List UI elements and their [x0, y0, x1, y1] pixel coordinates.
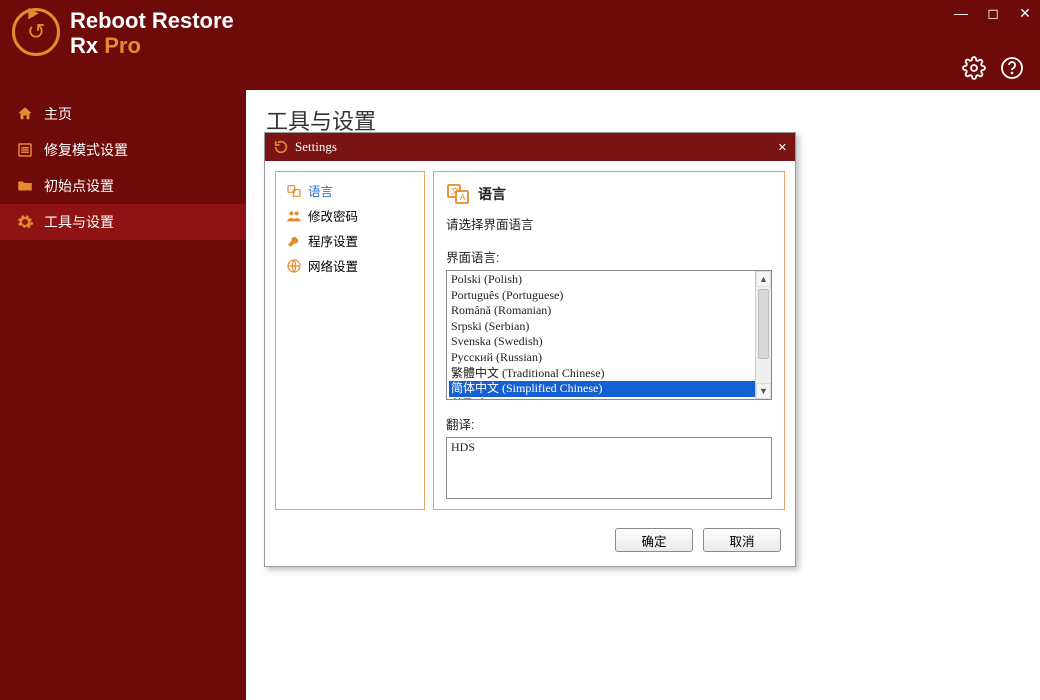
wrench-icon [286, 233, 302, 249]
home-icon [16, 105, 34, 123]
language-option[interactable]: Polski (Polish) [449, 272, 769, 288]
settings-nav: 语言 修改密码 程序设置 网络设置 [275, 171, 425, 510]
translator-label: 翻译: [446, 414, 772, 433]
settings-nav-network[interactable]: 网络设置 [280, 253, 420, 278]
header-icons [962, 56, 1024, 80]
close-button[interactable]: ✕ [1018, 6, 1032, 20]
language-option[interactable]: 繁體中文 (Traditional Chinese) [449, 366, 769, 382]
dialog-body: 语言 修改密码 程序设置 网络设置 [265, 161, 795, 520]
sidebar-item-baseline[interactable]: 初始点设置 [0, 168, 246, 204]
window-controls: ― ◻ ✕ [954, 6, 1032, 20]
language-list-label: 界面语言: [446, 247, 772, 266]
settings-nav-password[interactable]: 修改密码 [280, 203, 420, 228]
dialog-title: Settings [295, 139, 337, 155]
minimize-button[interactable]: ― [954, 6, 968, 20]
cancel-button[interactable]: 取消 [703, 528, 781, 552]
list-icon [16, 141, 34, 159]
dialog-close-button[interactable]: ✕ [778, 141, 787, 154]
settings-nav-label: 网络设置 [308, 256, 358, 275]
sidebar-item-home[interactable]: 主页 [0, 96, 246, 132]
settings-nav-language[interactable]: 语言 [280, 178, 420, 203]
sidebar-item-restore-mode[interactable]: 修复模式设置 [0, 132, 246, 168]
settings-nav-label: 修改密码 [308, 206, 358, 225]
sidebar-item-label: 主页 [44, 104, 72, 124]
sidebar-item-label: 修复模式设置 [44, 140, 128, 160]
sidebar: 主页 修复模式设置 初始点设置 工具与设置 [0, 90, 246, 700]
users-icon [286, 208, 302, 224]
language-icon [286, 183, 302, 199]
language-option[interactable]: Svenska (Swedish) [449, 334, 769, 350]
sidebar-item-label: 工具与设置 [44, 212, 114, 232]
reboot-icon [273, 139, 289, 155]
titlebar: ↻ Reboot Restore Rx Pro ― ◻ ✕ [0, 0, 1040, 90]
language-option[interactable]: Română (Romanian) [449, 303, 769, 319]
language-listbox-wrap: Polski (Polish)Português (Portuguese)Rom… [446, 270, 772, 400]
settings-heading-text: 语言 [478, 184, 506, 204]
sidebar-item-tools-settings[interactable]: 工具与设置 [0, 204, 246, 240]
svg-text:A: A [460, 193, 466, 202]
settings-heading: 文A 语言 [446, 182, 772, 206]
help-icon[interactable] [1000, 56, 1024, 80]
translator-box: HDS [446, 437, 772, 499]
listbox-scrollbar[interactable]: ▲ ▼ [755, 271, 771, 399]
maximize-button[interactable]: ◻ [986, 6, 1000, 20]
dialog-footer: 确定 取消 [265, 520, 795, 566]
language-option[interactable]: 한국어 (Korean) [449, 397, 769, 400]
scroll-thumb[interactable] [758, 289, 769, 359]
reboot-icon: ↻ [12, 8, 60, 56]
instruction-text: 请选择界面语言 [446, 214, 772, 233]
settings-nav-label: 程序设置 [308, 231, 358, 250]
language-listbox[interactable]: Polski (Polish)Português (Portuguese)Rom… [446, 270, 772, 400]
language-option[interactable]: 简体中文 (Simplified Chinese) [449, 381, 769, 397]
dialog-titlebar: Settings ✕ [265, 133, 795, 161]
scroll-down-button[interactable]: ▼ [756, 383, 771, 399]
language-option[interactable]: Português (Portuguese) [449, 288, 769, 304]
globe-icon [286, 258, 302, 274]
app-title: Reboot Restore Rx Pro [70, 8, 234, 59]
settings-content: 文A 语言 请选择界面语言 界面语言: Polski (Polish)Portu… [433, 171, 785, 510]
language-icon: 文A [446, 182, 470, 206]
sidebar-item-label: 初始点设置 [44, 176, 114, 196]
main-panel: 工具与设置 Settings ✕ 语言 [246, 90, 1040, 700]
app-window: ↻ Reboot Restore Rx Pro ― ◻ ✕ 主页 修复模式设置 [0, 0, 1040, 700]
gear-icon [16, 213, 34, 231]
scroll-up-button[interactable]: ▲ [756, 271, 771, 287]
settings-dialog: Settings ✕ 语言 修改密码 [264, 132, 796, 567]
settings-nav-program[interactable]: 程序设置 [280, 228, 420, 253]
language-option[interactable]: Srpski (Serbian) [449, 319, 769, 335]
main-body: 主页 修复模式设置 初始点设置 工具与设置 工具与设置 Se [0, 90, 1040, 700]
gear-icon[interactable] [962, 56, 986, 80]
ok-button[interactable]: 确定 [615, 528, 693, 552]
settings-nav-label: 语言 [308, 181, 333, 200]
folder-icon [16, 177, 34, 195]
app-logo: ↻ Reboot Restore Rx Pro [12, 8, 234, 59]
language-option[interactable]: Русский (Russian) [449, 350, 769, 366]
